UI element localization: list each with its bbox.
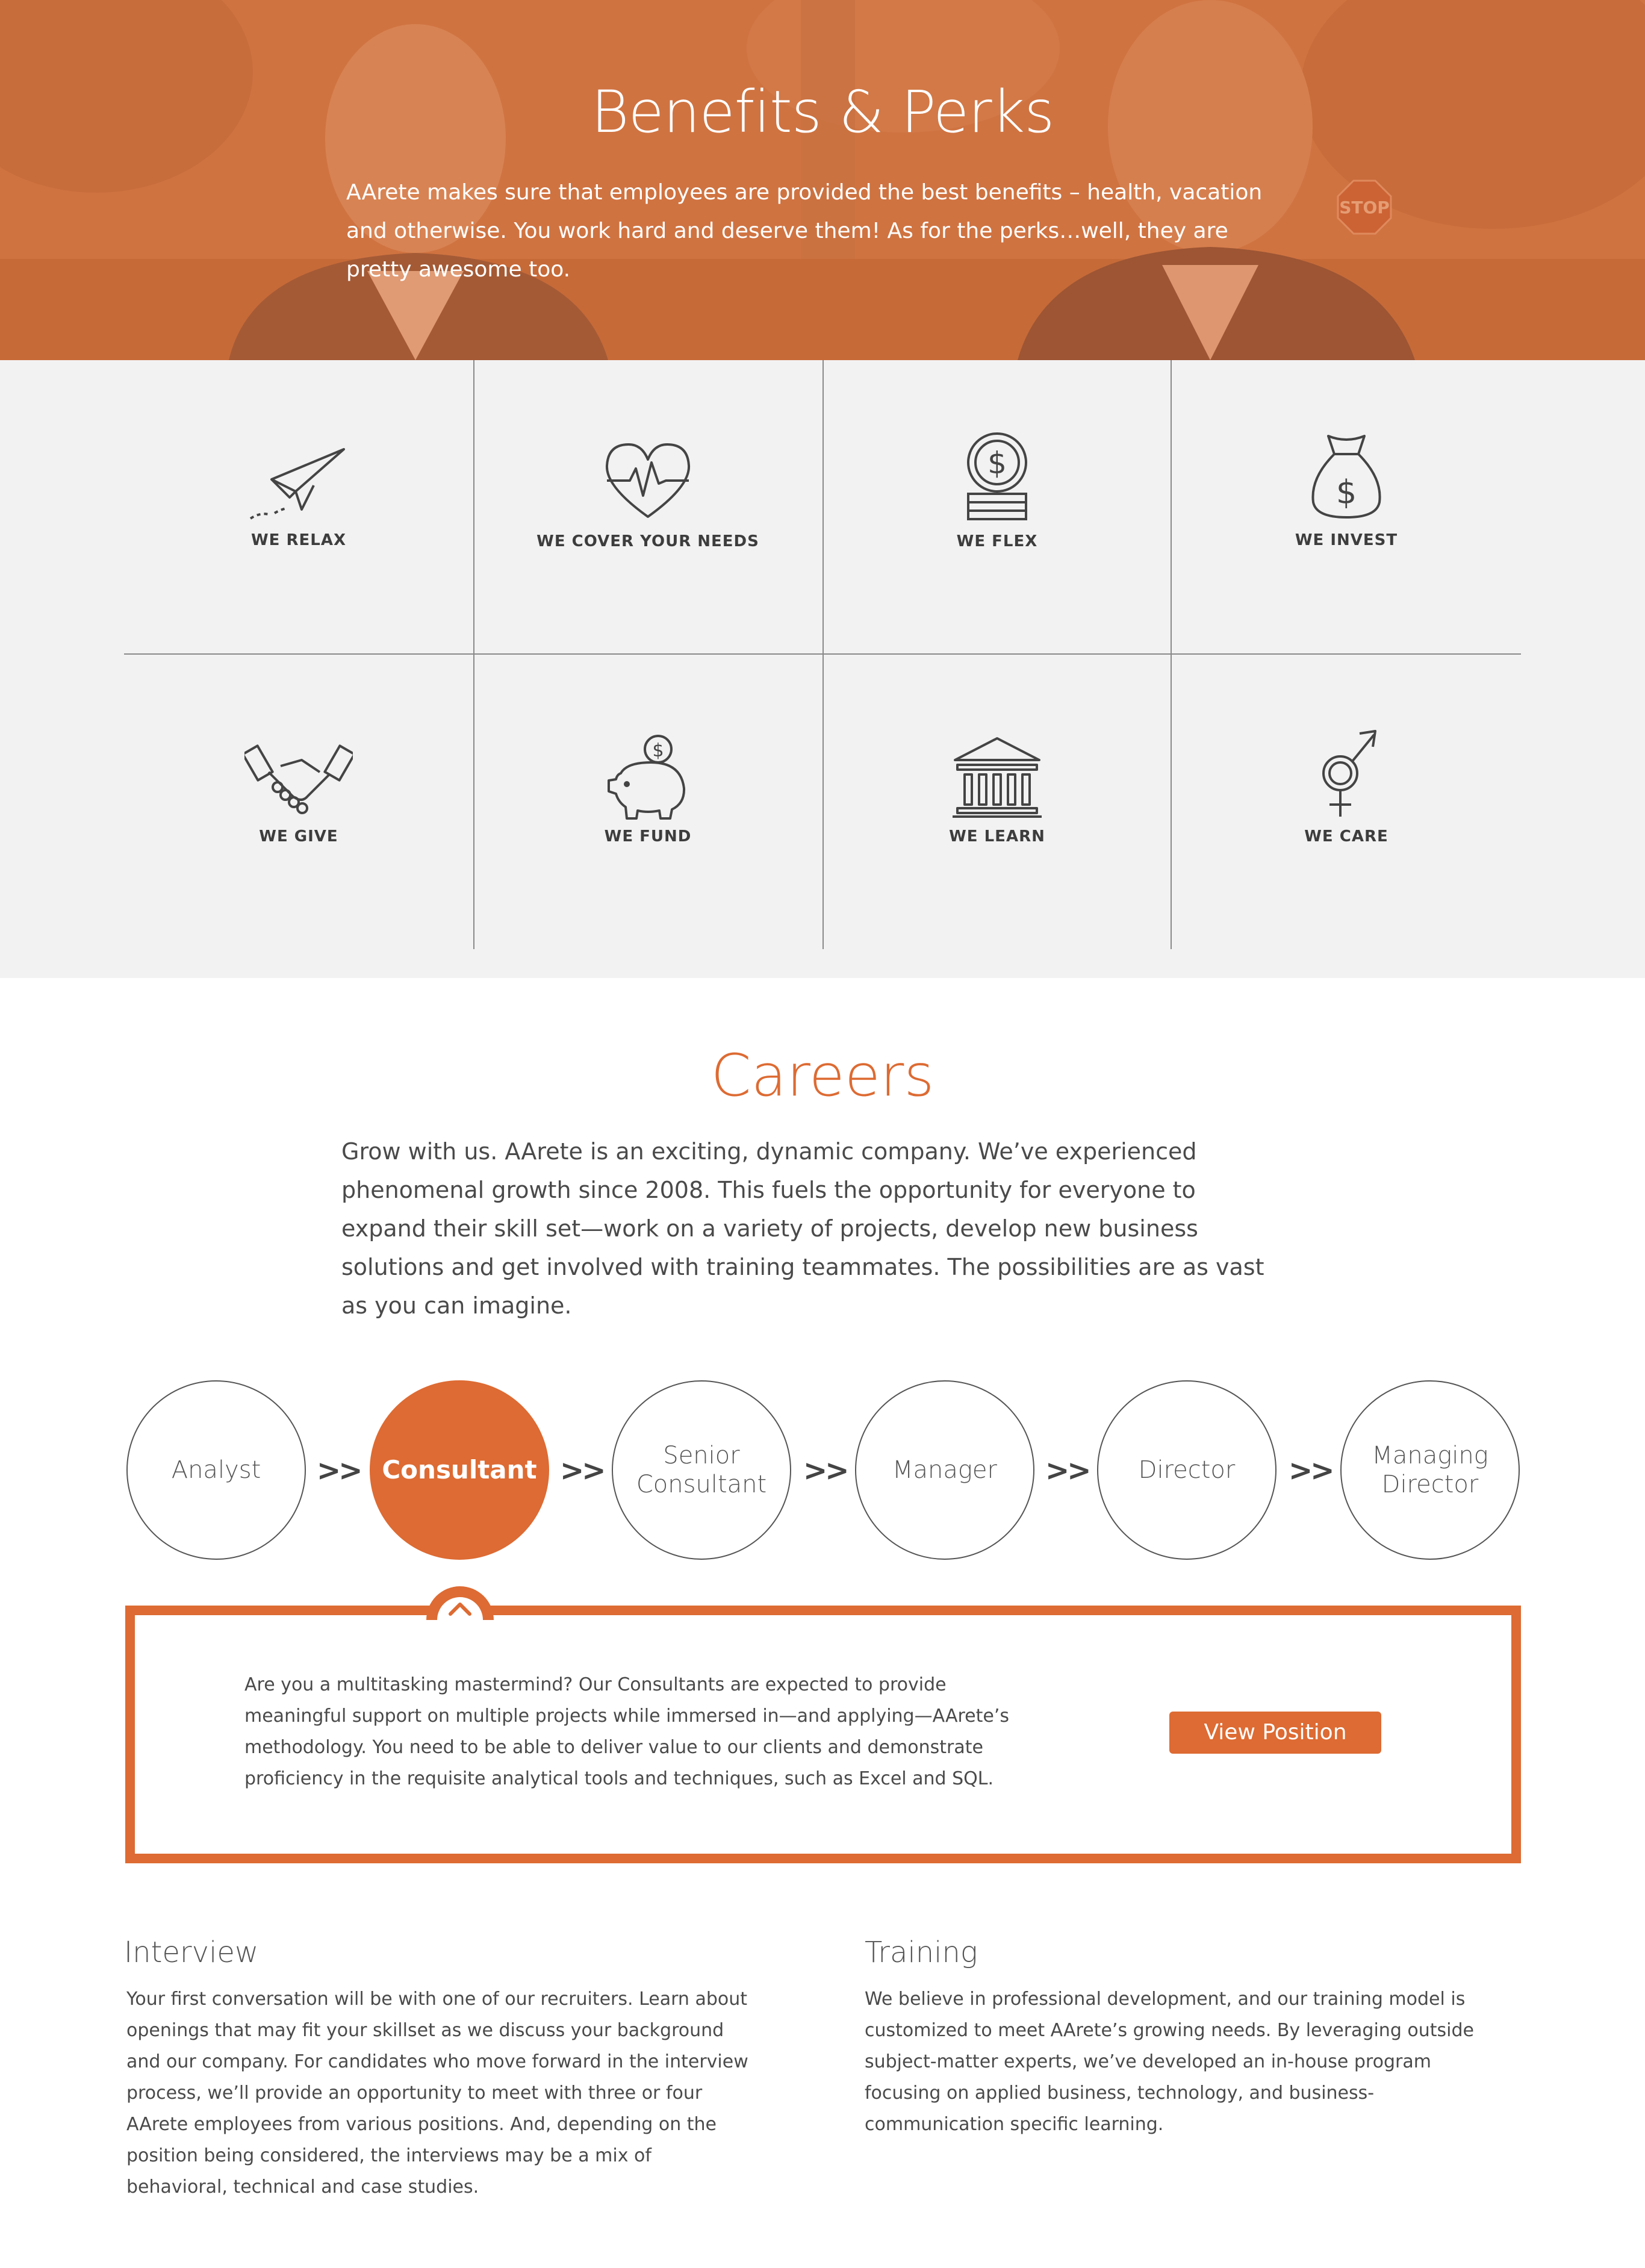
paper-plane-icon: [249, 448, 345, 520]
benefit-we-relax: WE RELAX: [124, 360, 473, 655]
benefit-label: WE RELAX: [250, 531, 346, 549]
step-managing-director[interactable]: Managing Director: [1340, 1380, 1520, 1560]
bank-building-icon: [953, 737, 1042, 818]
benefit-label: WE GIVE: [259, 827, 338, 846]
benefit-we-fund: $ WE FUND: [473, 655, 822, 950]
svg-text:$: $: [652, 740, 664, 761]
svg-text:$: $: [1336, 473, 1357, 511]
benefit-we-invest: $ WE INVEST: [1172, 360, 1521, 655]
step-label: Analyst: [171, 1456, 261, 1484]
benefit-label: WE INVEST: [1295, 531, 1398, 549]
hero-text: AArete makes sure that employees are pro…: [346, 180, 1263, 282]
handshake-icon: [244, 744, 353, 814]
step-manager[interactable]: Manager: [855, 1380, 1034, 1560]
benefits-grid: WE RELAX WE COVER YOUR NEEDS $ WE FLEX $…: [0, 360, 1645, 978]
money-bag-icon: $: [1311, 435, 1381, 519]
benefit-label: WE FUND: [604, 827, 692, 846]
step-separator: >>: [1289, 1454, 1334, 1488]
step-label: Senior Consultant: [636, 1442, 767, 1498]
gender-icon: [1322, 730, 1376, 817]
benefit-we-care: WE CARE: [1172, 655, 1521, 950]
benefit-label: WE LEARN: [949, 827, 1045, 846]
benefit-we-give: WE GIVE: [124, 655, 473, 950]
step-senior-consultant[interactable]: Senior Consultant: [612, 1380, 791, 1560]
step-separator: >>: [317, 1454, 362, 1488]
benefit-label: WE COVER YOUR NEEDS: [536, 532, 759, 550]
step-label: Managing Director: [1372, 1442, 1488, 1498]
careers-intro: Grow with us. AArete is an exciting, dyn…: [341, 1138, 1264, 1319]
step-analyst[interactable]: Analyst: [126, 1380, 306, 1560]
position-description: Are you a multitasking mastermind? Our C…: [244, 1674, 1009, 1789]
training-title: Training: [865, 1936, 978, 1969]
step-separator: >>: [1045, 1454, 1091, 1488]
chevron-up-icon: [426, 1586, 494, 1620]
svg-text:$: $: [987, 446, 1007, 481]
piggy-bank-icon: $: [608, 735, 686, 820]
step-label: Director: [1138, 1456, 1236, 1484]
benefit-we-cover-your-needs: WE COVER YOUR NEEDS: [473, 360, 822, 655]
hero-banner: STOP Benefits & Perks AArete makes sure …: [0, 0, 1645, 360]
careers-title: Careers: [711, 1042, 934, 1109]
coin-stack-icon: $: [967, 432, 1027, 520]
view-position-button[interactable]: View Position: [1169, 1712, 1381, 1754]
interview-text: Your first conversation will be with one…: [126, 1989, 748, 2198]
step-label: Manager: [892, 1456, 997, 1484]
benefit-we-learn: WE LEARN: [822, 655, 1172, 950]
heart-pulse-icon: [605, 443, 691, 518]
step-director[interactable]: Director: [1097, 1380, 1277, 1560]
step-consultant[interactable]: Consultant: [370, 1380, 549, 1560]
interview-title: Interview: [124, 1936, 259, 1969]
benefit-label: WE CARE: [1304, 827, 1388, 846]
hero-title: Benefits & Perks: [591, 78, 1054, 146]
step-separator: >>: [560, 1454, 606, 1488]
training-text: We believe in professional development, …: [865, 1989, 1474, 2135]
benefit-label: WE FLEX: [956, 532, 1038, 550]
benefit-we-flex: $ WE FLEX: [822, 360, 1172, 655]
step-separator: >>: [803, 1454, 849, 1488]
step-label: Consultant: [382, 1455, 537, 1484]
